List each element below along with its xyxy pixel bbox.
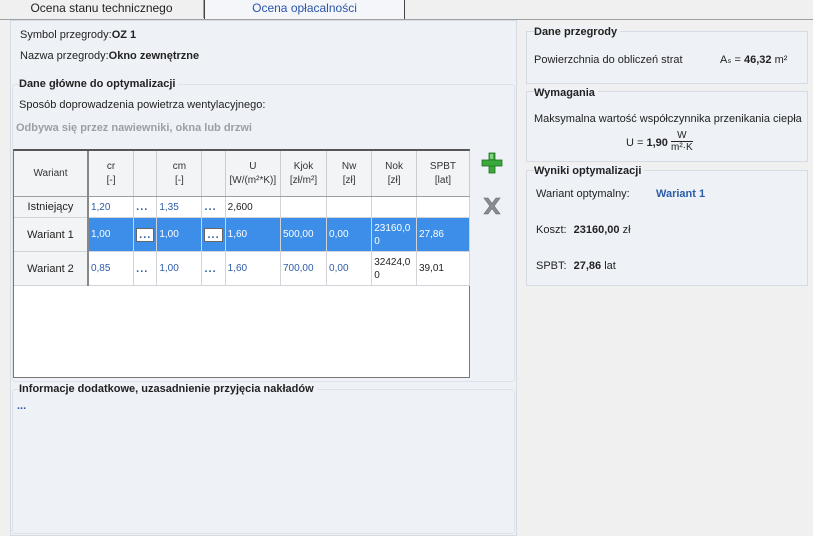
ventilation-label: Sposób doprowadzenia powietrza wentylacy… bbox=[19, 99, 266, 111]
cost-row: Koszt: 23160,00 zł bbox=[536, 224, 631, 236]
symbol-row: Symbol przegrody:OZ 1 bbox=[20, 29, 136, 41]
spbt-label: SPBT: bbox=[536, 260, 567, 272]
cost-value: 23160,00 bbox=[573, 224, 620, 236]
name-label: Nazwa przegrody: bbox=[20, 50, 109, 62]
col-wariant[interactable]: Wariant bbox=[14, 151, 89, 197]
info-text[interactable]: ... bbox=[17, 400, 26, 412]
col-cm[interactable]: cm [-] bbox=[156, 151, 203, 197]
cell-spbt[interactable] bbox=[416, 196, 471, 218]
cell-kjok[interactable] bbox=[280, 196, 328, 218]
req-unit-den: m²·K bbox=[671, 142, 693, 153]
col-cr[interactable]: cr [-] bbox=[87, 151, 135, 197]
cell-cm[interactable]: 1,35 bbox=[156, 196, 203, 218]
wymagania-title: Wymagania bbox=[534, 87, 598, 99]
table-row[interactable]: Wariant 2 0,85 ... 1,00 ... 1,60 700,00 … bbox=[14, 251, 471, 286]
cr-edit-button[interactable]: ... bbox=[133, 196, 158, 218]
name-value: Okno zewnętrzne bbox=[108, 50, 200, 62]
area-unit: m² bbox=[774, 54, 788, 66]
cell-cr[interactable]: 1,00 bbox=[87, 217, 135, 252]
col-cm-edit bbox=[201, 151, 226, 197]
cm-edit-button[interactable]: ... bbox=[201, 251, 226, 286]
name-row: Nazwa przegrody:Okno zewnętrzne bbox=[20, 50, 199, 62]
cell-cr[interactable]: 0,85 bbox=[87, 251, 135, 286]
wyniki-title: Wyniki optymalizacji bbox=[534, 165, 645, 177]
cell-kjok[interactable]: 700,00 bbox=[280, 251, 328, 286]
cell-u[interactable]: 1,60 bbox=[225, 251, 281, 286]
spbt-value: 27,86 bbox=[573, 260, 602, 272]
cell-nw[interactable]: 0,00 bbox=[326, 251, 373, 286]
col-nw[interactable]: Nw [zł] bbox=[326, 151, 373, 197]
col-kjok[interactable]: Kjok [zł/m²] bbox=[280, 151, 328, 197]
opt-label: Wariant optymalny: bbox=[536, 188, 630, 200]
col-nok[interactable]: Nok [zł] bbox=[371, 151, 417, 197]
wymagania-panel bbox=[526, 91, 808, 162]
col-cr-edit bbox=[133, 151, 158, 197]
spbt-row: SPBT: 27,86 lat bbox=[536, 260, 616, 272]
cell-cm[interactable]: 1,00 bbox=[156, 217, 203, 252]
table-row[interactable]: Wariant 1 1,00 ... 1,00 ... 1,60 500,00 … bbox=[14, 217, 471, 252]
area-symbol: Aₛ bbox=[720, 54, 732, 66]
opt-value: Wariant 1 bbox=[656, 188, 706, 200]
main-group-title: Dane główne do optymalizacji bbox=[19, 78, 179, 90]
tab-ocena-stanu[interactable]: Ocena stanu technicznego bbox=[0, 0, 204, 18]
area-label: Powierzchnia do obliczeń strat bbox=[534, 54, 683, 66]
col-spbt[interactable]: SPBT [lat] bbox=[416, 151, 471, 197]
cell-cr[interactable]: 1,20 bbox=[87, 196, 135, 218]
dane-title: Dane przegrody bbox=[534, 26, 621, 38]
tab-bar: Ocena stanu technicznego Ocena opłacalno… bbox=[0, 0, 813, 20]
req-u-row: U = 1,90 bbox=[626, 137, 668, 149]
add-variant-icon[interactable] bbox=[481, 152, 503, 174]
cell-nw[interactable] bbox=[326, 196, 373, 218]
ventilation-value[interactable]: Odbywa się przez nawiewniki, okna lub dr… bbox=[16, 122, 252, 134]
cell-u[interactable]: 1,60 bbox=[225, 217, 281, 252]
cell-spbt[interactable]: 27,86 bbox=[416, 217, 471, 252]
delete-variant-icon[interactable] bbox=[482, 196, 502, 216]
cell-nok[interactable]: 23160,00 bbox=[371, 217, 417, 252]
symbol-label: Symbol przegrody: bbox=[20, 29, 112, 41]
cell-spbt[interactable]: 39,01 bbox=[416, 251, 471, 286]
req-value: 1,90 bbox=[646, 137, 668, 149]
cr-edit-button[interactable]: ... bbox=[133, 251, 158, 286]
cost-unit: zł bbox=[622, 224, 631, 236]
cost-label: Koszt: bbox=[536, 224, 567, 236]
cm-edit-button[interactable]: ... bbox=[201, 196, 226, 218]
spbt-unit: lat bbox=[604, 260, 616, 272]
cell-nok[interactable]: 32424,00 bbox=[371, 251, 417, 286]
grid-header-row: Wariant cr [-] cm [-] U [W/(m²*K)] Kjok [zł/… bbox=[14, 151, 471, 197]
cell-nok[interactable] bbox=[371, 196, 417, 218]
cell-kjok[interactable]: 500,00 bbox=[280, 217, 328, 252]
table-row[interactable]: Istniejący 1,20 ... 1,35 ... 2,600 bbox=[14, 196, 471, 218]
cm-edit-button[interactable]: ... bbox=[201, 217, 226, 252]
cell-cm[interactable]: 1,00 bbox=[156, 251, 203, 286]
tab-ocena-oplacalnosci[interactable]: Ocena opłacalności bbox=[204, 0, 405, 19]
info-group-box bbox=[12, 389, 515, 534]
variants-grid[interactable]: Wariant cr [-] cm [-] U [W/(m²*K)] Kjok [zł/… bbox=[13, 149, 471, 378]
cell-u[interactable]: 2,600 bbox=[225, 196, 281, 218]
col-u[interactable]: U [W/(m²*K)] bbox=[225, 151, 281, 197]
symbol-value: OZ 1 bbox=[111, 29, 137, 41]
area-value-row: Aₛ = 46,32 m² bbox=[720, 54, 788, 66]
row-header[interactable]: Wariant 2 bbox=[14, 251, 89, 286]
row-header[interactable]: Istniejący bbox=[14, 196, 89, 218]
req-label: Maksymalna wartość współczynnika przenik… bbox=[534, 113, 802, 125]
cell-nw[interactable]: 0,00 bbox=[326, 217, 373, 252]
area-value: 46,32 bbox=[744, 54, 772, 66]
req-unit-num: W bbox=[671, 130, 693, 142]
req-u: U = bbox=[626, 137, 647, 149]
info-group-title: Informacje dodatkowe, uzasadnienie przyj… bbox=[19, 383, 317, 395]
row-header[interactable]: Wariant 1 bbox=[14, 217, 89, 252]
req-unit: W m²·K bbox=[671, 130, 693, 153]
cr-edit-button[interactable]: ... bbox=[133, 217, 158, 252]
